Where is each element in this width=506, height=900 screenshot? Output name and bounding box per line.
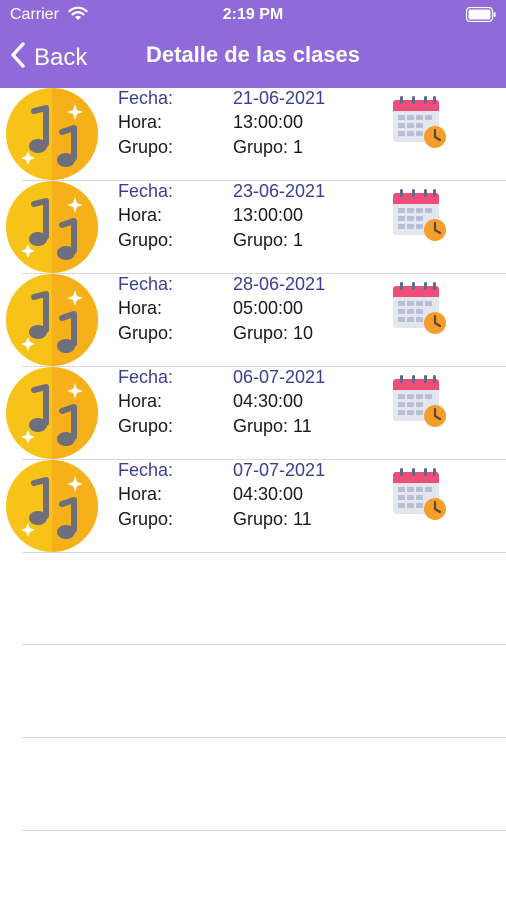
status-bar: Carrier 2:19 PM — [0, 0, 506, 30]
navigation-bar: Back Detalle de las clases — [0, 34, 506, 84]
music-note-icon — [6, 274, 98, 366]
class-row[interactable]: Fecha: 28-06-2021 Hora: 05:00:00 Grupo: … — [0, 274, 506, 367]
battery-icon — [465, 6, 496, 27]
hora-value: 04:30:00 — [233, 484, 304, 504]
calendar-clock-icon[interactable] — [391, 187, 449, 245]
hora-value: 05:00:00 — [233, 298, 304, 318]
class-row[interactable]: Fecha: 06-07-2021 Hora: 04:30:00 Grupo: … — [0, 367, 506, 460]
grupo-value: Grupo: 11 — [233, 509, 312, 529]
calendar-clock-icon[interactable] — [391, 466, 449, 524]
list-divider — [22, 737, 506, 738]
music-note-icon — [6, 367, 98, 459]
fecha-label: Fecha: — [118, 274, 174, 294]
fecha-value: 21-06-2021 — [233, 88, 326, 108]
fecha-label: Fecha: — [118, 367, 174, 387]
fecha-label: Fecha: — [118, 181, 174, 201]
music-note-icon — [6, 181, 98, 273]
hora-value: 13:00:00 — [233, 112, 304, 132]
grupo-label: Grupo: — [118, 509, 174, 529]
music-note-icon — [6, 88, 98, 180]
class-row[interactable]: Fecha: 23-06-2021 Hora: 13:00:00 Grupo: … — [0, 181, 506, 274]
hora-label: Hora: — [118, 205, 163, 225]
hora-value: 04:30:00 — [233, 391, 304, 411]
grupo-value: Grupo: 1 — [233, 230, 304, 250]
calendar-clock-icon[interactable] — [391, 94, 449, 152]
grupo-value: Grupo: 1 — [233, 137, 304, 157]
hora-label: Hora: — [118, 298, 163, 318]
hora-label: Hora: — [118, 112, 163, 132]
fecha-value: 06-07-2021 — [233, 367, 326, 387]
list-divider — [22, 830, 506, 831]
grupo-value: Grupo: 10 — [233, 323, 314, 343]
fecha-value: 07-07-2021 — [233, 460, 326, 480]
class-row[interactable]: Fecha: 07-07-2021 Hora: 04:30:00 Grupo: … — [0, 460, 506, 553]
grupo-label: Grupo: — [118, 416, 174, 436]
hora-label: Hora: — [118, 391, 163, 411]
hora-value: 13:00:00 — [233, 205, 304, 225]
calendar-clock-icon[interactable] — [391, 280, 449, 338]
fecha-value: 28-06-2021 — [233, 274, 326, 294]
fecha-value: 23-06-2021 — [233, 181, 326, 201]
page-title: Detalle de las clases — [145, 42, 361, 67]
grupo-value: Grupo: 11 — [233, 416, 312, 436]
fecha-label: Fecha: — [118, 88, 174, 108]
grupo-label: Grupo: — [118, 230, 174, 250]
fecha-label: Fecha: — [118, 460, 174, 480]
screen: Carrier 2:19 PM Back Detalle de las clas… — [0, 0, 506, 900]
music-note-icon — [6, 460, 98, 552]
calendar-clock-icon[interactable] — [391, 373, 449, 431]
class-row[interactable]: Fecha: 21-06-2021 Hora: 13:00:00 Grupo: … — [0, 88, 506, 181]
classes-list: Fecha: 21-06-2021 Hora: 13:00:00 Grupo: … — [0, 88, 506, 553]
grupo-label: Grupo: — [118, 323, 174, 343]
hora-label: Hora: — [118, 484, 163, 504]
clock-time: 2:19 PM — [222, 6, 284, 23]
header-bar: Carrier 2:19 PM Back Detalle de las clas… — [0, 0, 506, 88]
grupo-label: Grupo: — [118, 137, 174, 157]
list-divider — [22, 644, 506, 645]
